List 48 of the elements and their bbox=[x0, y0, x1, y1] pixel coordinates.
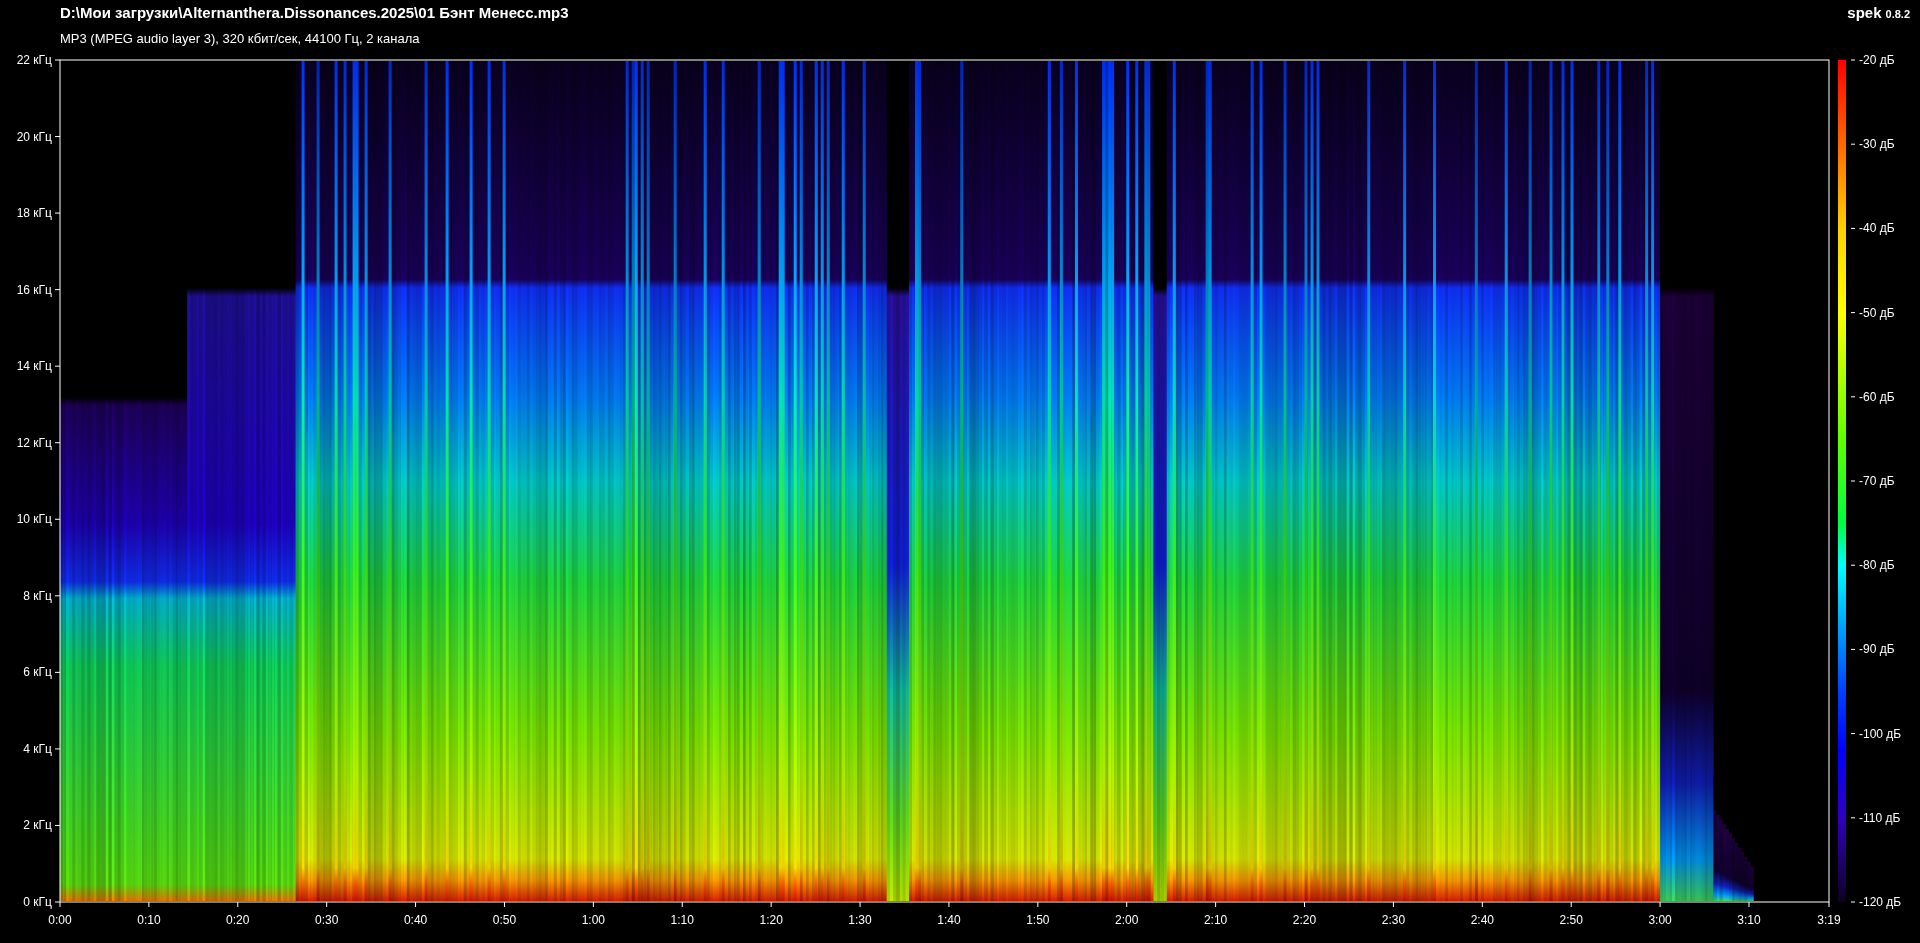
level-label: -110 дБ bbox=[1859, 810, 1901, 825]
time-label: 2:00 bbox=[1115, 913, 1139, 927]
time-label: 1:40 bbox=[937, 913, 961, 927]
level-label: -20 дБ bbox=[1859, 53, 1895, 67]
time-label: 2:20 bbox=[1292, 913, 1317, 927]
time-label: 0:20 bbox=[226, 913, 250, 927]
frequency-label: 8 кГц bbox=[23, 588, 52, 603]
time-label: 3:19 bbox=[1817, 913, 1841, 927]
level-label: -60 дБ bbox=[1859, 389, 1895, 404]
time-label: 2:50 bbox=[1559, 913, 1583, 927]
time-label: 2:30 bbox=[1381, 913, 1406, 927]
app-version: 0.8.2 bbox=[1885, 7, 1910, 22]
frequency-label: 0 кГц bbox=[23, 895, 52, 909]
frequency-label: 16 кГц bbox=[16, 282, 52, 297]
time-label: 0:30 bbox=[315, 913, 339, 927]
app-name: spek bbox=[1847, 4, 1882, 22]
frequency-label: 10 кГц bbox=[16, 512, 52, 527]
time-label: 1:00 bbox=[581, 913, 606, 927]
time-label: 0:10 bbox=[137, 913, 161, 927]
frequency-label: 6 кГц bbox=[23, 665, 52, 680]
time-label: 3:00 bbox=[1648, 913, 1672, 927]
stream-info: MP3 (MPEG audio layer 3), 320 кбит/сек, 44100 Гц, 2 канала bbox=[60, 31, 421, 47]
frequency-label: 20 кГц bbox=[16, 129, 52, 144]
level-label: -70 дБ bbox=[1859, 474, 1895, 488]
level-label: -40 дБ bbox=[1859, 221, 1895, 236]
time-label: 1:20 bbox=[759, 913, 783, 927]
level-label: -100 дБ bbox=[1859, 726, 1902, 741]
time-label: 2:10 bbox=[1203, 913, 1228, 927]
frequency-label: 14 кГц bbox=[16, 359, 52, 374]
frequency-label: 18 кГц bbox=[16, 206, 52, 221]
time-label: 2:40 bbox=[1470, 913, 1494, 927]
frequency-label: 2 кГц bbox=[23, 818, 52, 833]
time-label: 0:00 bbox=[48, 913, 72, 927]
file-path-title: D:\Мои загрузки\Alternanthera.Dissonances.2025\01 Бэнт Менесс.mp3 bbox=[60, 4, 569, 22]
level-label: -90 дБ bbox=[1859, 642, 1895, 657]
frequency-label: 4 кГц bbox=[23, 741, 52, 756]
level-label: -50 дБ bbox=[1859, 305, 1895, 320]
level-label: -120 дБ bbox=[1859, 895, 1902, 909]
frequency-label: 22 кГц bbox=[16, 53, 52, 67]
time-label: 0:50 bbox=[492, 913, 517, 927]
time-label: 1:50 bbox=[1026, 913, 1050, 927]
time-label: 1:30 bbox=[848, 913, 872, 927]
time-label: 0:40 bbox=[403, 913, 428, 927]
frequency-label: 12 кГц bbox=[16, 435, 52, 450]
level-label: -80 дБ bbox=[1859, 558, 1895, 573]
time-label: 1:10 bbox=[670, 913, 694, 927]
level-label: -30 дБ bbox=[1859, 137, 1895, 152]
time-label: 3:10 bbox=[1737, 913, 1761, 927]
